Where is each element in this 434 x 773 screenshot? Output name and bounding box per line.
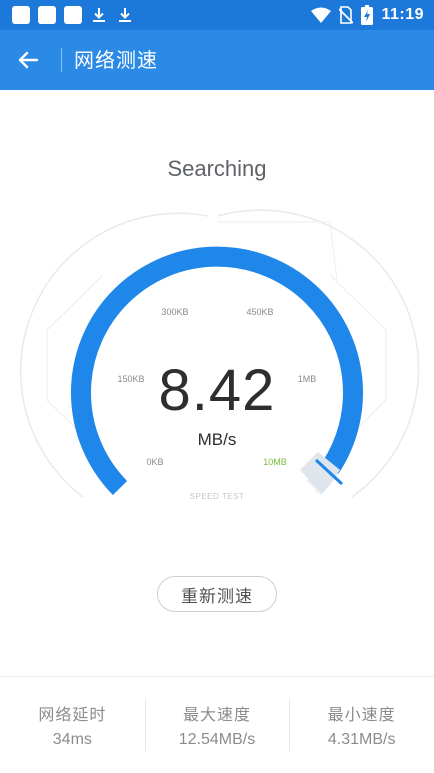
stat-max-speed: 最大速度 12.54MB/s [144, 677, 290, 773]
battery-charging-icon [361, 5, 374, 25]
stat-label-max-speed: 最大速度 [183, 705, 252, 724]
speed-test-caption: SPEED TEST [189, 492, 245, 501]
stats-footer: 网络延时 34ms 最大速度 12.54MB/s 最小速度 4.31MB/s [0, 676, 434, 773]
app-bar: 网络测速 [0, 30, 434, 90]
gauge-label-450kb: 450KB [246, 307, 274, 317]
gauge-needle-line [314, 458, 344, 486]
notification-square-icon [64, 6, 82, 24]
download-icon [93, 8, 105, 22]
gauge-label-10mb: 10MB [263, 457, 287, 467]
gauge-end-marker [300, 452, 340, 494]
back-button[interactable] [8, 40, 48, 80]
test-status-text: Searching [167, 156, 267, 181]
stat-value-max-speed: 12.54MB/s [178, 731, 256, 748]
no-sim-icon [339, 6, 354, 24]
notification-icons [12, 6, 134, 24]
gauge-label-0kb: 0KB [146, 457, 164, 467]
speed-test-screen: 11:19 网络测速 Searching 0KB 150KB 300KB 450… [0, 0, 434, 772]
stat-latency: 网络延时 34ms [0, 677, 145, 773]
stat-min-speed: 最小速度 4.31MB/s [289, 677, 434, 773]
stat-value-min-speed: 4.31MB/s [327, 731, 396, 748]
gauge-label-300kb: 300KB [161, 307, 189, 317]
status-bar: 11:19 [0, 0, 434, 30]
wifi-icon [311, 7, 332, 23]
download-icon [119, 8, 131, 22]
gauge-outer-ring-right [217, 209, 420, 498]
system-icons: 11:19 [311, 4, 424, 26]
stat-label-latency: 网络延时 [38, 705, 107, 724]
stat-label-min-speed: 最小速度 [327, 705, 396, 724]
gauge-outer-ring-left [19, 212, 209, 498]
stat-value-latency: 34ms [52, 731, 92, 748]
status-time: 11:19 [381, 6, 424, 23]
notification-square-icon [38, 6, 56, 24]
page-title: 网络测速 [74, 48, 158, 72]
gauge-outer-bracket-top [218, 221, 338, 281]
current-speed-unit: MB/s [197, 430, 237, 449]
retest-button[interactable]: 重新测速 [157, 576, 277, 612]
current-speed-value: 8.42 [158, 358, 276, 423]
notification-square-icon [12, 6, 30, 24]
arrow-left-icon [18, 51, 39, 69]
app-bar-divider [61, 48, 62, 72]
